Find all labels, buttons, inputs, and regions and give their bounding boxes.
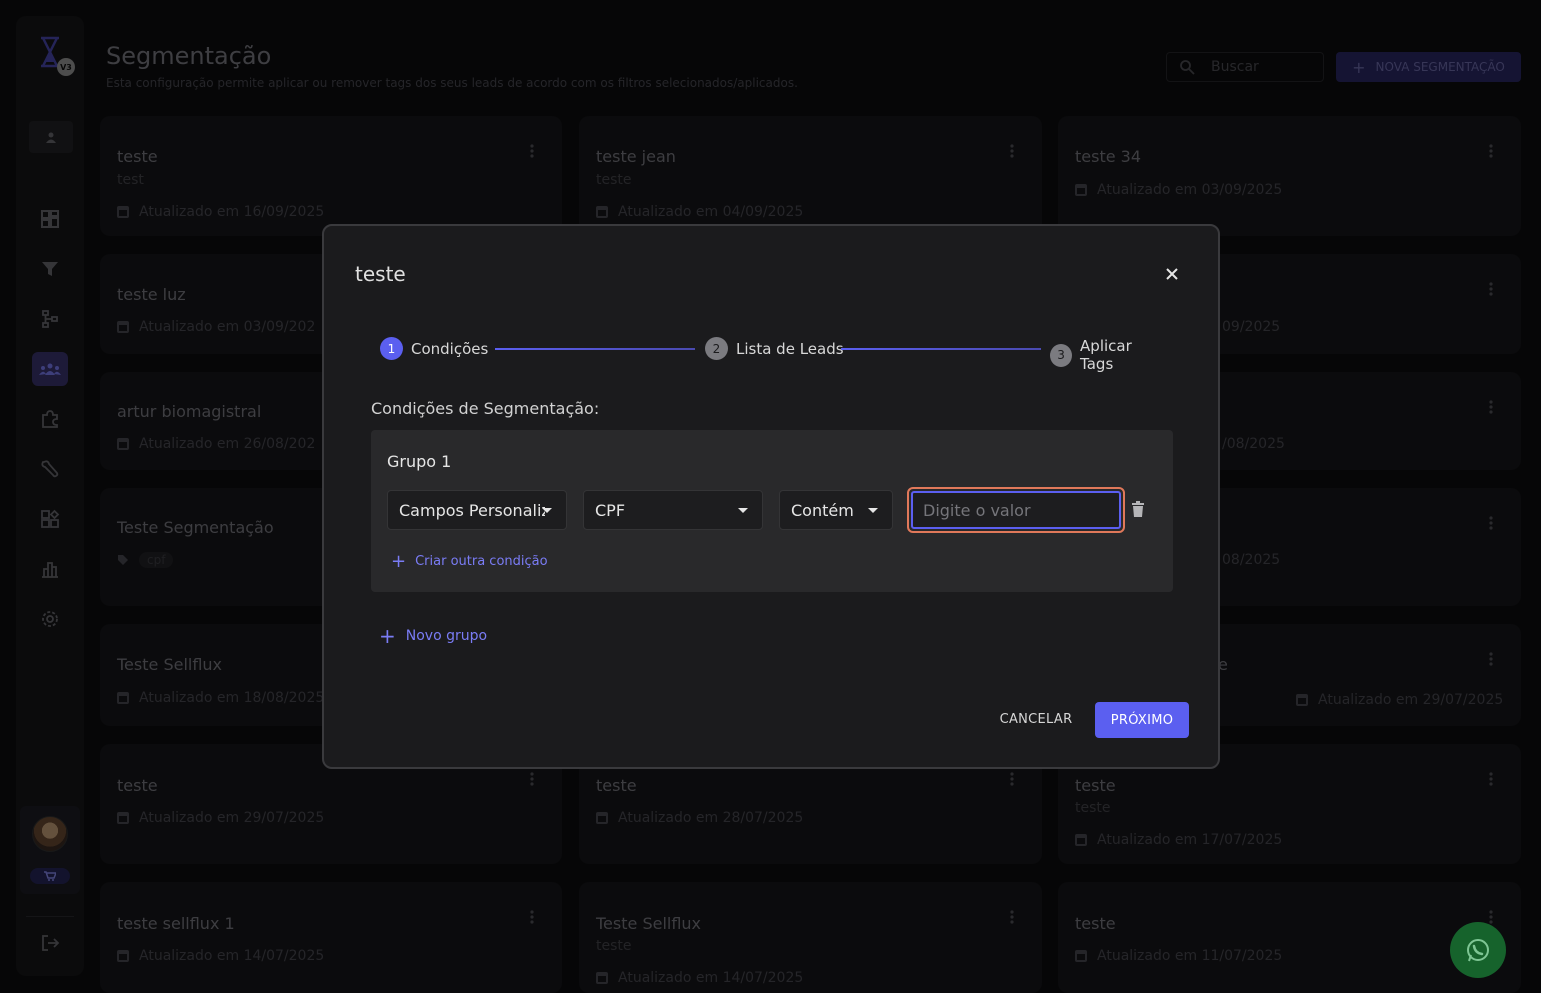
trash-icon <box>1132 501 1144 517</box>
field-name-select[interactable]: CPF <box>583 490 763 530</box>
conditions-heading: Condições de Segmentação: <box>371 399 600 418</box>
condition-group: Grupo 1 Campos Personaliz CPF Contém + <box>371 430 1173 592</box>
app-root: V3 <box>0 0 1541 993</box>
operator-value: Contém <box>791 500 854 520</box>
whatsapp-icon <box>1467 939 1489 962</box>
close-button[interactable] <box>1162 264 1182 284</box>
delete-condition-button[interactable] <box>1131 501 1145 521</box>
step-number: 1 <box>380 337 403 360</box>
step-number: 3 <box>1050 343 1073 367</box>
plus-icon: + <box>391 551 407 572</box>
step-apply-tags[interactable]: 3 Aplicar Tags <box>1050 337 1166 373</box>
step-label: Lista de Leads <box>736 339 844 358</box>
field-type-value: Campos Personaliz <box>399 500 545 520</box>
operator-select[interactable]: Contém <box>779 490 893 530</box>
segmentation-dialog: teste 1 Condições 2 Lista de Leads 3 Apl… <box>322 224 1220 769</box>
chevron-down-icon <box>868 508 878 513</box>
step-label: Aplicar Tags <box>1080 337 1132 373</box>
plus-icon: + <box>379 624 396 648</box>
chevron-down-icon <box>738 508 748 513</box>
step-label: Condições <box>411 339 489 358</box>
add-group-label: Novo grupo <box>405 628 488 644</box>
cancel-button[interactable]: CANCELAR <box>994 701 1078 737</box>
step-leads-list[interactable]: 2 Lista de Leads <box>705 337 844 360</box>
whatsapp-button[interactable] <box>1450 922 1506 978</box>
add-condition-label: Criar outra condição <box>415 554 548 569</box>
step-number: 2 <box>705 337 728 360</box>
dialog-title: teste <box>355 262 406 286</box>
field-name-value: CPF <box>595 500 626 520</box>
group-title: Grupo 1 <box>387 452 452 471</box>
step-connector <box>841 348 1041 350</box>
value-field-focus-ring <box>907 487 1125 533</box>
chevron-down-icon <box>542 508 552 513</box>
value-input[interactable] <box>911 491 1121 529</box>
step-conditions[interactable]: 1 Condições <box>380 337 488 360</box>
step-connector <box>495 348 695 350</box>
next-button[interactable]: PRÓXIMO <box>1095 702 1189 738</box>
close-icon <box>1166 268 1178 280</box>
stepper: 1 Condições 2 Lista de Leads 3 Aplicar T… <box>380 337 1166 373</box>
add-group-button[interactable]: + Novo grupo <box>379 624 487 648</box>
add-condition-button[interactable]: + Criar outra condição <box>391 551 548 572</box>
field-type-select[interactable]: Campos Personaliz <box>387 490 567 530</box>
